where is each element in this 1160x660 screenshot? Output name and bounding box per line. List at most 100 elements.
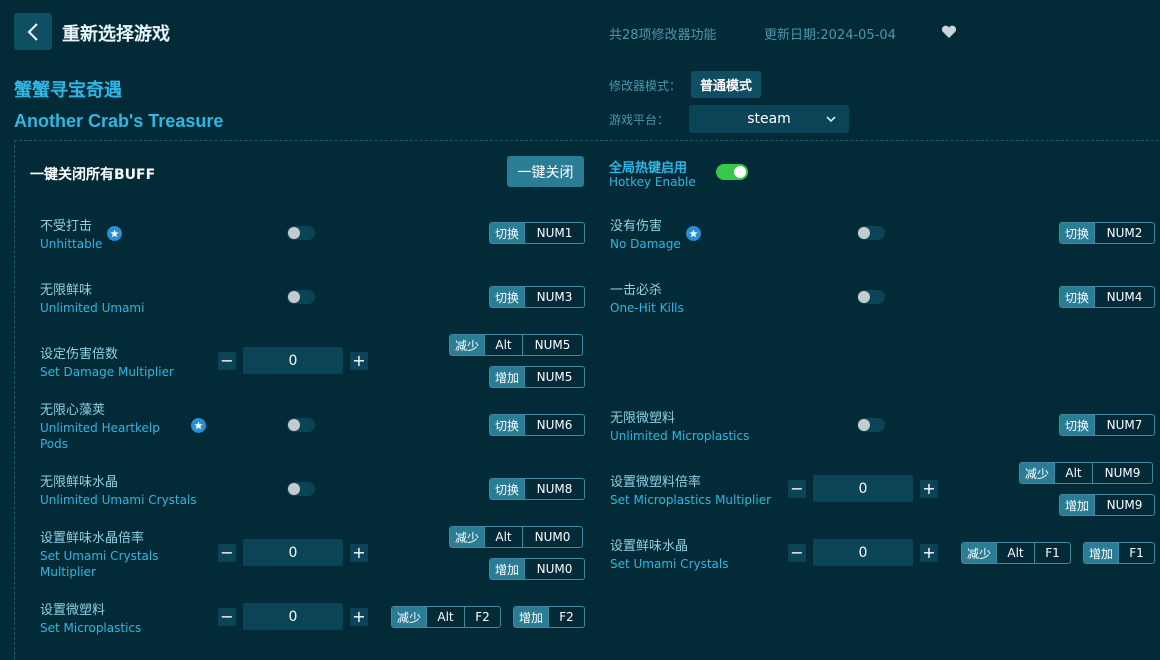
increment-button[interactable]: + xyxy=(920,480,938,498)
platform-select[interactable]: steam xyxy=(689,105,849,133)
hotkey-enable-label-cn: 全局热键启用 xyxy=(609,161,688,176)
mode-label: 修改器模式： xyxy=(609,79,682,93)
toggle-knob xyxy=(734,166,746,178)
feature-toggle[interactable] xyxy=(287,418,315,432)
value-input[interactable]: 0 xyxy=(813,475,913,502)
star-icon xyxy=(191,418,206,433)
platform-value: steam xyxy=(747,111,791,127)
key-label: NUM9 xyxy=(1092,463,1152,483)
hotkey-chip[interactable]: 切换 NUM6 xyxy=(489,414,586,436)
feature-toggle[interactable] xyxy=(857,418,885,432)
hotkey-chip-increase[interactable]: 增加 NUM9 xyxy=(1059,494,1156,516)
feature-toggle[interactable] xyxy=(287,482,315,496)
feature-label-en: Unlimited Umami Crystals xyxy=(40,493,197,507)
key-label: NUM4 xyxy=(1094,287,1154,307)
star-icon xyxy=(107,226,122,241)
key-label: F2 xyxy=(464,607,500,627)
feature-label-cn: 一击必杀 xyxy=(610,283,663,298)
decrement-button[interactable]: − xyxy=(788,480,806,498)
hotkey-chip-decrease[interactable]: 减少 Alt F2 xyxy=(391,606,502,628)
toggle-knob xyxy=(858,419,870,431)
heart-icon[interactable] xyxy=(941,24,957,43)
key-action: 增加 xyxy=(1060,495,1095,515)
feature-label-en: Set Microplastics xyxy=(40,621,142,635)
decrement-button[interactable]: − xyxy=(788,544,806,562)
feature-label-en: Set Damage Multiplier xyxy=(40,365,174,379)
hotkey-chip-decrease[interactable]: 减少 Alt F1 xyxy=(961,542,1072,564)
chevron-down-icon xyxy=(826,116,836,123)
mode-button[interactable]: 普通模式 xyxy=(691,71,762,98)
hotkey-chip-decrease[interactable]: 减少 Alt NUM0 xyxy=(449,526,584,548)
decrement-button[interactable]: − xyxy=(218,352,236,370)
hotkey-chip-increase[interactable]: 增加 F2 xyxy=(513,606,586,628)
feature-label-en: Unlimited Heartkelp xyxy=(40,421,160,435)
feature-toggle[interactable] xyxy=(857,226,885,240)
feature-label-en: One-Hit Kills xyxy=(610,301,684,315)
key-action: 减少 xyxy=(450,335,485,355)
increment-button[interactable]: + xyxy=(350,544,368,562)
key-label: NUM5 xyxy=(522,335,582,355)
key-label: F2 xyxy=(548,607,584,627)
value-input[interactable]: 0 xyxy=(243,603,343,630)
feature-count: 共28项修改器功能 xyxy=(609,28,717,43)
feature-toggle[interactable] xyxy=(287,226,315,240)
game-title-en: Another Crab's Treasure xyxy=(14,111,224,131)
close-all-button[interactable]: 一键关闭 xyxy=(507,156,584,187)
hotkey-chip[interactable]: 切换 NUM8 xyxy=(489,478,586,500)
key-label: NUM6 xyxy=(524,415,584,435)
toggle-knob xyxy=(858,227,870,239)
key-modifier: Alt xyxy=(484,527,522,547)
increment-button[interactable]: + xyxy=(350,608,368,626)
hotkey-chip-decrease[interactable]: 减少 Alt NUM9 xyxy=(1019,462,1154,484)
toggle-knob xyxy=(288,227,300,239)
feature-label-en-line2: Pods xyxy=(40,437,69,451)
hotkey-chip[interactable]: 切换 NUM7 xyxy=(1059,414,1156,436)
hotkey-chip[interactable]: 切换 NUM1 xyxy=(489,222,586,244)
chevron-left-icon xyxy=(27,22,38,41)
decrement-button[interactable]: − xyxy=(218,608,236,626)
feature-label-cn: 不受打击 xyxy=(40,219,93,234)
feature-toggle[interactable] xyxy=(857,290,885,304)
toggle-knob xyxy=(288,483,300,495)
key-action: 切换 xyxy=(1060,287,1095,307)
increment-button[interactable]: + xyxy=(920,544,938,562)
feature-label-cn: 设置鲜味水晶倍率 xyxy=(40,531,145,546)
hotkey-chip-decrease[interactable]: 减少 Alt NUM5 xyxy=(449,334,584,356)
key-action: 切换 xyxy=(490,415,525,435)
increment-button[interactable]: + xyxy=(350,352,368,370)
key-modifier: Alt xyxy=(996,543,1034,563)
feature-label-en: Set Umami Crystals xyxy=(40,549,159,563)
value-input[interactable]: 0 xyxy=(813,539,913,566)
hotkey-chip-increase[interactable]: 增加 F1 xyxy=(1083,542,1156,564)
feature-toggle[interactable] xyxy=(287,290,315,304)
close-all-buff-label: 一键关闭所有BUFF xyxy=(30,167,156,183)
hotkey-enable-toggle[interactable] xyxy=(716,164,748,180)
hotkey-chip-increase[interactable]: 增加 NUM0 xyxy=(489,558,586,580)
value-input[interactable]: 0 xyxy=(243,347,343,374)
key-action: 增加 xyxy=(490,559,525,579)
feature-label-cn: 没有伤害 xyxy=(610,219,663,234)
key-label: NUM3 xyxy=(524,287,584,307)
key-action: 减少 xyxy=(1020,463,1055,483)
features-panel xyxy=(14,140,1160,660)
platform-label: 游戏平台： xyxy=(609,113,670,127)
decrement-button[interactable]: − xyxy=(218,544,236,562)
key-label: F1 xyxy=(1034,543,1070,563)
key-action: 切换 xyxy=(1060,223,1095,243)
feature-label-en: Unlimited Umami xyxy=(40,301,145,315)
feature-label-en-line2: Multiplier xyxy=(40,565,96,579)
feature-label-cn: 设定伤害倍数 xyxy=(40,347,119,362)
hotkey-chip-increase[interactable]: 增加 NUM5 xyxy=(489,366,586,388)
key-action: 切换 xyxy=(1060,415,1095,435)
key-label: NUM0 xyxy=(522,527,582,547)
back-button[interactable] xyxy=(14,13,52,50)
feature-label-en: Unlimited Microplastics xyxy=(610,429,750,443)
feature-label-cn: 设置鲜味水晶 xyxy=(610,539,689,554)
feature-label-en: Set Umami Crystals xyxy=(610,557,729,571)
value-input[interactable]: 0 xyxy=(243,539,343,566)
key-modifier: Alt xyxy=(484,335,522,355)
hotkey-chip[interactable]: 切换 NUM2 xyxy=(1059,222,1156,244)
hotkey-chip[interactable]: 切换 NUM3 xyxy=(489,286,586,308)
hotkey-chip[interactable]: 切换 NUM4 xyxy=(1059,286,1156,308)
key-action: 切换 xyxy=(490,223,525,243)
